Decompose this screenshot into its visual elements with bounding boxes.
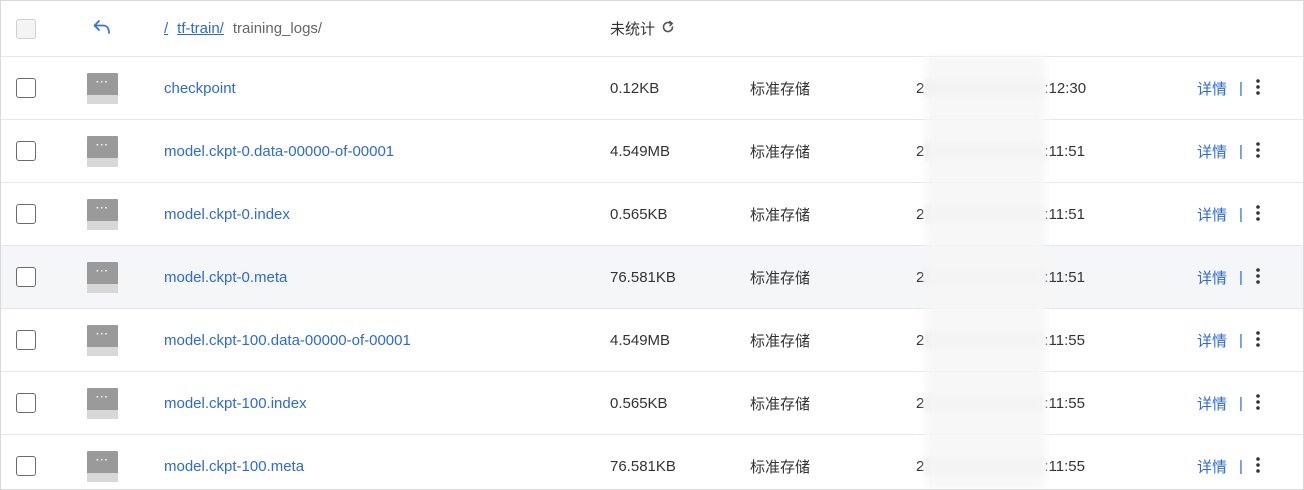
- row-checkbox[interactable]: [16, 78, 36, 98]
- file-size: 76.581KB: [610, 268, 676, 286]
- modified-time-redacted: [925, 268, 1044, 286]
- modified-time-suffix: :11:51: [1044, 205, 1085, 223]
- more-vertical-icon[interactable]: [1255, 456, 1261, 477]
- modified-time-redacted: [925, 205, 1044, 223]
- modified-time-redacted: [925, 79, 1044, 97]
- ops-separator: |: [1239, 457, 1243, 475]
- ops-separator: |: [1239, 79, 1243, 97]
- row-checkbox[interactable]: [16, 456, 36, 476]
- modified-time-suffix: :12:30: [1044, 79, 1087, 97]
- file-icon: ···: [87, 135, 118, 167]
- ops-separator: |: [1239, 142, 1243, 160]
- storage-class: 标准存储: [750, 206, 811, 224]
- modified-time-prefix: 2: [916, 205, 925, 223]
- refresh-icon[interactable]: [661, 20, 675, 37]
- modified-time-prefix: 2: [916, 142, 925, 160]
- file-icon: ···: [87, 324, 118, 356]
- storage-class: 标准存储: [750, 395, 811, 413]
- modified-time-suffix: :11:51: [1044, 268, 1085, 286]
- modified-time-prefix: 2: [916, 457, 925, 475]
- detail-link[interactable]: 详情: [1197, 330, 1227, 351]
- more-vertical-icon[interactable]: [1255, 267, 1261, 288]
- modified-time-redacted: [925, 331, 1044, 349]
- file-list-panel: / tf-train/ training_logs/ 未统计 ··· check…: [0, 0, 1304, 490]
- table-row: ··· model.ckpt-100.index 0.565KB 标准存储 2 …: [1, 372, 1303, 435]
- table-row: ··· model.ckpt-0.index 0.565KB 标准存储 2 :1…: [1, 183, 1303, 246]
- file-name-link[interactable]: model.ckpt-0.index: [164, 206, 290, 223]
- ops-separator: |: [1239, 394, 1243, 412]
- detail-link[interactable]: 详情: [1197, 393, 1227, 414]
- table-row: ··· model.ckpt-0.meta 76.581KB 标准存储 2 :1…: [1, 246, 1303, 309]
- modified-time-redacted: [925, 142, 1044, 160]
- ops-separator: |: [1239, 205, 1243, 223]
- storage-class: 标准存储: [750, 143, 811, 161]
- breadcrumb-root-link[interactable]: /: [164, 20, 168, 37]
- file-size: 0.565KB: [610, 394, 668, 412]
- file-icon: ···: [87, 387, 118, 419]
- table-row: ··· model.ckpt-0.data-00000-of-00001 4.5…: [1, 120, 1303, 183]
- detail-link[interactable]: 详情: [1197, 204, 1227, 225]
- modified-time-redacted: [925, 457, 1044, 475]
- row-checkbox[interactable]: [16, 204, 36, 224]
- table-row: ··· model.ckpt-100.data-00000-of-00001 4…: [1, 309, 1303, 372]
- file-icon: ···: [87, 450, 118, 482]
- file-size: 0.12KB: [610, 79, 660, 97]
- modified-time-suffix: :11:55: [1044, 331, 1085, 349]
- row-checkbox[interactable]: [16, 141, 36, 161]
- ops-separator: |: [1239, 331, 1243, 349]
- breadcrumb-bucket-link[interactable]: tf-train/: [177, 20, 224, 37]
- storage-class: 标准存储: [750, 458, 811, 476]
- detail-link[interactable]: 详情: [1197, 78, 1227, 99]
- more-vertical-icon[interactable]: [1255, 78, 1261, 99]
- more-vertical-icon[interactable]: [1255, 204, 1261, 225]
- row-checkbox[interactable]: [16, 393, 36, 413]
- select-all-checkbox[interactable]: [16, 18, 36, 39]
- modified-time-suffix: :11:55: [1044, 457, 1085, 475]
- modified-time-prefix: 2: [916, 394, 925, 412]
- file-name-link[interactable]: model.ckpt-100.meta: [164, 458, 304, 475]
- back-arrow-icon[interactable]: [93, 19, 111, 39]
- file-size: 76.581KB: [610, 457, 676, 475]
- file-name-link[interactable]: model.ckpt-100.index: [164, 395, 307, 412]
- modified-time-suffix: :11:55: [1044, 394, 1085, 412]
- file-icon: ···: [87, 198, 118, 230]
- storage-class: 标准存储: [750, 80, 811, 98]
- storage-class: 标准存储: [750, 332, 811, 350]
- modified-time-prefix: 2: [916, 331, 925, 349]
- breadcrumb: / tf-train/ training_logs/: [164, 1, 322, 56]
- file-size: 4.549MB: [610, 331, 671, 349]
- detail-link[interactable]: 详情: [1197, 267, 1227, 288]
- file-name-link[interactable]: model.ckpt-100.data-00000-of-00001: [164, 332, 411, 349]
- row-checkbox[interactable]: [16, 330, 36, 350]
- file-size: 0.565KB: [610, 205, 668, 223]
- more-vertical-icon[interactable]: [1255, 330, 1261, 351]
- more-vertical-icon[interactable]: [1255, 141, 1261, 162]
- breadcrumb-current: training_logs/: [232, 20, 323, 37]
- modified-time-prefix: 2: [916, 79, 925, 97]
- detail-link[interactable]: 详情: [1197, 141, 1227, 162]
- file-size: 4.549MB: [610, 142, 671, 160]
- file-name-link[interactable]: model.ckpt-0.data-00000-of-00001: [164, 143, 394, 160]
- storage-class: 标准存储: [750, 269, 811, 287]
- ops-separator: |: [1239, 268, 1243, 286]
- table-row: ··· model.ckpt-100.meta 76.581KB 标准存储 2 …: [1, 435, 1303, 489]
- table-row: ··· checkpoint 0.12KB 标准存储 2 :12:30 详情 |: [1, 57, 1303, 120]
- size-status-label: 未统计: [610, 21, 656, 38]
- file-icon: ···: [87, 261, 118, 293]
- header-row: / tf-train/ training_logs/ 未统计: [1, 1, 1303, 57]
- detail-link[interactable]: 详情: [1197, 456, 1227, 477]
- row-checkbox[interactable]: [16, 267, 36, 287]
- more-vertical-icon[interactable]: [1255, 393, 1261, 414]
- modified-time-suffix: :11:51: [1044, 142, 1085, 160]
- file-name-link[interactable]: checkpoint: [164, 80, 236, 97]
- file-name-link[interactable]: model.ckpt-0.meta: [164, 269, 287, 286]
- modified-time-redacted: [925, 394, 1044, 412]
- file-icon: ···: [87, 72, 118, 104]
- modified-time-prefix: 2: [916, 268, 925, 286]
